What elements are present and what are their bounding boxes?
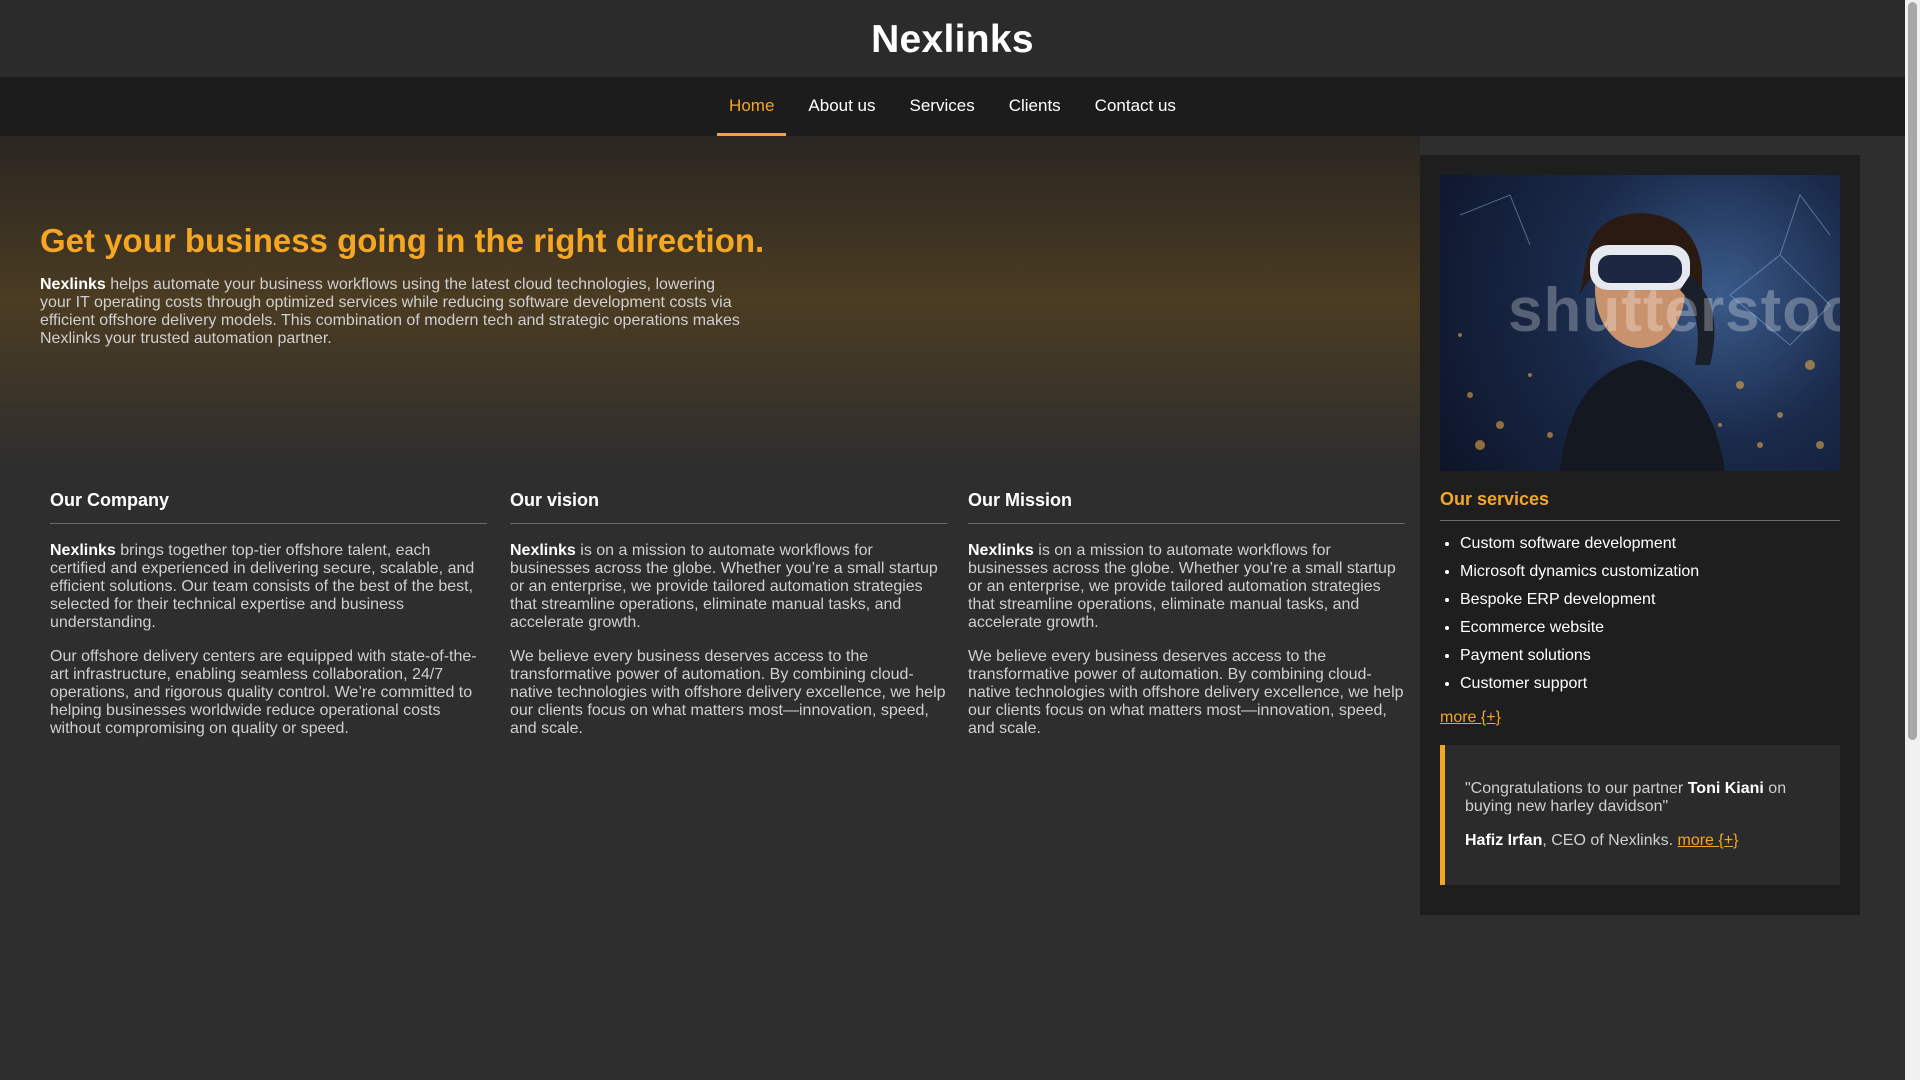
company-brand-bold: Nexlinks [50,542,116,559]
hero-brand-bold: Nexlinks [40,276,106,293]
testimonial-box: "Congratulations to our partner Toni Kia… [1440,745,1840,885]
service-item: Payment solutions [1460,647,1840,665]
author-role: , CEO of Nexlinks. [1542,832,1678,849]
company-paragraph-1: Nexlinks brings together top-tier offsho… [50,542,487,632]
hero-section: Get your business going in the right dir… [0,136,1420,466]
nav-item-about-us[interactable]: About us [796,77,887,133]
mission-title: Our Mission [968,490,1405,524]
services-list: Custom software development Microsoft dy… [1440,535,1840,693]
company-paragraph-2: Our offshore delivery centers are equipp… [50,648,477,737]
site-header: Nexlinks [0,0,1905,77]
nav-item-services[interactable]: Services [898,77,987,133]
nav-item-clients[interactable]: Clients [997,77,1073,133]
services-more-link[interactable]: more {+} [1440,709,1501,727]
brand-title: Nexlinks [871,18,1034,61]
vision-paragraph-1: Nexlinks is on a mission to automate wor… [510,542,947,632]
partner-name: Toni Kiani [1687,780,1764,797]
mission-brand-bold: Nexlinks [968,542,1034,559]
main-nav: Home About us Services Clients Contact u… [0,77,1905,136]
nav-list: Home About us Services Clients Contact u… [712,77,1193,136]
nav-item-home[interactable]: Home [717,77,787,136]
testimonial-more-link[interactable]: more {+} [1678,832,1739,849]
image-watermark: shutterstock [1508,276,1840,345]
hero-text: Nexlinks helps automate your business wo… [40,276,745,348]
mission-column: Our Mission Nexlinks is on a mission to … [968,490,1405,738]
vision-paragraph-2: We believe every business deserves acces… [510,648,946,737]
services-title: Our services [1440,489,1840,521]
service-item: Customer support [1460,675,1840,693]
vision-column: Our vision Nexlinks is on a mission to a… [510,490,947,738]
quote-start: "Congratulations to our partner [1465,780,1688,797]
company-column: Our Company Nexlinks brings together top… [50,490,487,738]
author-name: Hafiz Irfan [1465,832,1543,849]
service-item: Bespoke ERP development [1460,591,1840,609]
nav-item-contact-us[interactable]: Contact us [1083,77,1188,133]
mission-paragraph-1: Nexlinks is on a mission to automate wor… [968,542,1405,632]
vertical-scrollbar[interactable] [1905,0,1920,1080]
service-item: Custom software development [1460,535,1840,553]
scrollbar-thumb[interactable] [1908,2,1917,740]
vr-headset-image: shutterstock [1440,175,1840,471]
hero-title: Get your business going in the right dir… [40,222,765,259]
company-title: Our Company [50,490,487,524]
sidebar: shutterstock Our services Custom softwar… [1420,155,1860,915]
vision-brand-bold: Nexlinks [510,542,576,559]
service-item: Ecommerce website [1460,619,1840,637]
testimonial-quote: "Congratulations to our partner Toni Kia… [1465,780,1820,816]
service-item: Microsoft dynamics customization [1460,563,1840,581]
sidebar-inner: shutterstock Our services Custom softwar… [1440,175,1840,885]
mission-paragraph-2: We believe every business deserves acces… [968,648,1404,737]
testimonial-author: Hafiz Irfan, CEO of Nexlinks. more {+} [1465,832,1820,850]
page: Nexlinks Home About us Services Clients … [0,0,1905,1080]
hero-body: helps automate your business workflows u… [40,276,740,347]
vision-title: Our vision [510,490,947,524]
